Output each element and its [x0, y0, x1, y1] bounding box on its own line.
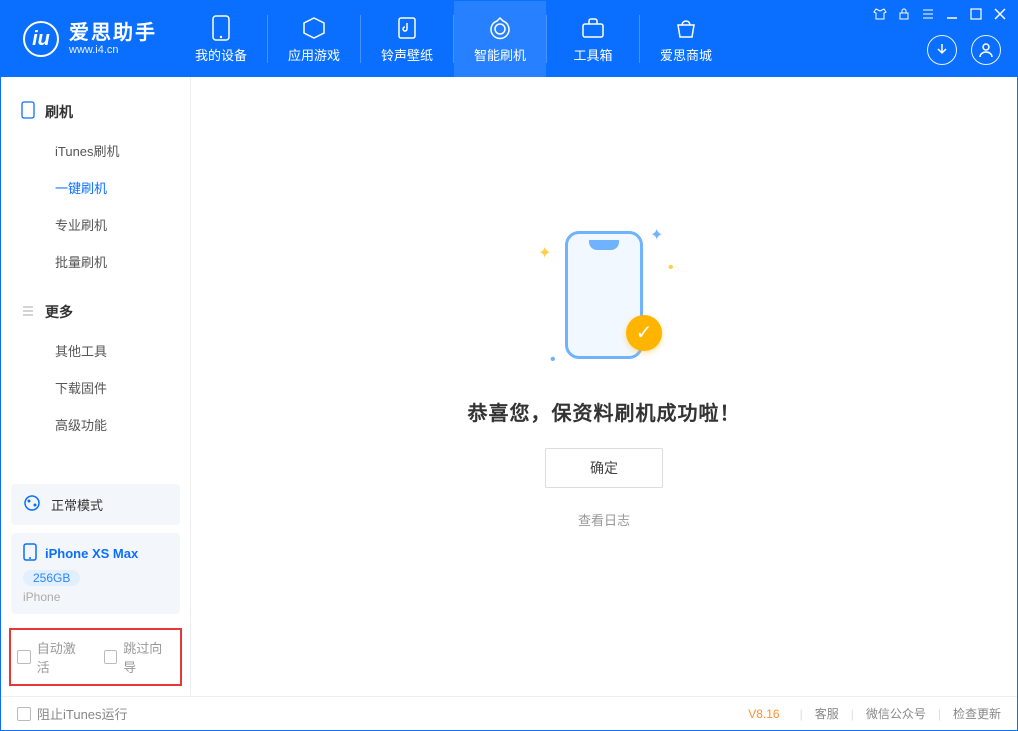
maximize-icon[interactable]	[969, 7, 983, 21]
header: iu 爱思助手 www.i4.cn 我的设备 应用游戏 铃声壁纸	[1, 1, 1017, 77]
nav-label: 智能刷机	[474, 45, 526, 64]
user-button[interactable]	[971, 35, 1001, 65]
device-card[interactable]: iPhone XS Max 256GB iPhone	[11, 533, 180, 614]
sidebar-item-oneclick-flash[interactable]: 一键刷机	[1, 169, 190, 206]
footer-link-update[interactable]: 检查更新	[953, 705, 1001, 722]
device-type: iPhone	[23, 590, 168, 604]
checkbox-label: 阻止iTunes运行	[37, 704, 128, 723]
logo-icon: iu	[23, 21, 59, 57]
store-icon	[673, 15, 699, 41]
checkbox-icon	[104, 650, 118, 664]
checkbox-skip-guide[interactable]: 跳过向导	[104, 638, 175, 676]
window-controls	[873, 7, 1007, 21]
ringtone-icon	[394, 15, 420, 41]
nav-label: 我的设备	[195, 45, 247, 64]
view-log-link[interactable]: 查看日志	[578, 510, 630, 529]
nav-label: 铃声壁纸	[381, 45, 433, 64]
mode-label: 正常模式	[51, 495, 103, 514]
body: 刷机 iTunes刷机 一键刷机 专业刷机 批量刷机 更多 其他工具 下载固件 …	[1, 77, 1017, 696]
apps-icon	[301, 15, 327, 41]
phone-outline-icon	[21, 101, 35, 122]
device-name-row: iPhone XS Max	[23, 543, 168, 564]
checkbox-block-itunes[interactable]: 阻止iTunes运行	[17, 704, 128, 723]
device-capacity: 256GB	[23, 570, 80, 586]
success-illustration: ✦ ✦ • • ✓	[524, 215, 684, 375]
app-title: 爱思助手	[69, 22, 157, 44]
list-icon	[21, 304, 35, 321]
footer: 阻止iTunes运行 V8.16 | 客服 | 微信公众号 | 检查更新	[1, 696, 1017, 730]
lock-icon[interactable]	[897, 7, 911, 21]
success-title: 恭喜您，保资料刷机成功啦！	[468, 397, 741, 426]
top-nav: 我的设备 应用游戏 铃声壁纸 智能刷机 工具箱	[175, 1, 732, 77]
shirt-icon[interactable]	[873, 7, 887, 21]
device-icon	[208, 15, 234, 41]
logo-area: iu 爱思助手 www.i4.cn	[1, 1, 175, 77]
header-actions	[927, 35, 1001, 65]
download-button[interactable]	[927, 35, 957, 65]
ok-button[interactable]: 确定	[545, 448, 663, 488]
mode-icon	[23, 494, 41, 515]
sparkle-icon: •	[668, 259, 676, 267]
nav-label: 工具箱	[573, 45, 612, 64]
sidebar-item-download-fw[interactable]: 下载固件	[1, 369, 190, 406]
nav-toolbox[interactable]: 工具箱	[547, 1, 639, 77]
sparkle-icon: •	[550, 351, 558, 359]
version-label: V8.16	[748, 707, 779, 721]
app-window: iu 爱思助手 www.i4.cn 我的设备 应用游戏 铃声壁纸	[0, 0, 1018, 731]
checkbox-icon	[17, 707, 31, 721]
footer-link-wechat[interactable]: 微信公众号	[866, 705, 926, 722]
checkbox-label: 自动激活	[37, 638, 88, 676]
minimize-icon[interactable]	[945, 7, 959, 21]
nav-label: 爱思商城	[660, 45, 712, 64]
success-panel: ✦ ✦ • • ✓ 恭喜您，保资料刷机成功啦！ 确定 查看日志	[468, 215, 741, 529]
check-badge-icon: ✓	[626, 315, 662, 351]
sidebar-item-batch-flash[interactable]: 批量刷机	[1, 243, 190, 280]
device-phone-icon	[23, 543, 37, 564]
logo-text: 爱思助手 www.i4.cn	[69, 22, 157, 56]
nav-apps[interactable]: 应用游戏	[268, 1, 360, 77]
nav-ringtone[interactable]: 铃声壁纸	[361, 1, 453, 77]
sparkle-icon: ✦	[650, 225, 658, 233]
options-highlight-box: 自动激活 跳过向导	[9, 628, 182, 686]
mode-card[interactable]: 正常模式	[11, 484, 180, 525]
group-label: 更多	[45, 302, 73, 322]
nav-my-device[interactable]: 我的设备	[175, 1, 267, 77]
main-content: ✦ ✦ • • ✓ 恭喜您，保资料刷机成功啦！ 确定 查看日志	[191, 77, 1017, 696]
sidebar-item-other-tools[interactable]: 其他工具	[1, 332, 190, 369]
footer-link-service[interactable]: 客服	[815, 705, 839, 722]
sidebar: 刷机 iTunes刷机 一键刷机 专业刷机 批量刷机 更多 其他工具 下载固件 …	[1, 77, 191, 696]
sidebar-item-advanced[interactable]: 高级功能	[1, 406, 190, 443]
flash-icon	[487, 15, 513, 41]
sidebar-group-flash: 刷机	[1, 91, 190, 132]
group-label: 刷机	[45, 102, 73, 122]
device-name: iPhone XS Max	[45, 546, 138, 561]
app-subtitle: www.i4.cn	[69, 44, 157, 56]
sidebar-group-more: 更多	[1, 292, 190, 332]
sidebar-item-itunes-flash[interactable]: iTunes刷机	[1, 132, 190, 169]
close-icon[interactable]	[993, 7, 1007, 21]
sidebar-item-pro-flash[interactable]: 专业刷机	[1, 206, 190, 243]
nav-label: 应用游戏	[288, 45, 340, 64]
menu-icon[interactable]	[921, 7, 935, 21]
checkbox-auto-activate[interactable]: 自动激活	[17, 638, 88, 676]
checkbox-icon	[17, 650, 31, 664]
sparkle-icon: ✦	[538, 243, 546, 251]
checkbox-label: 跳过向导	[123, 638, 174, 676]
nav-store[interactable]: 爱思商城	[640, 1, 732, 77]
toolbox-icon	[580, 15, 606, 41]
nav-flash[interactable]: 智能刷机	[454, 1, 546, 77]
